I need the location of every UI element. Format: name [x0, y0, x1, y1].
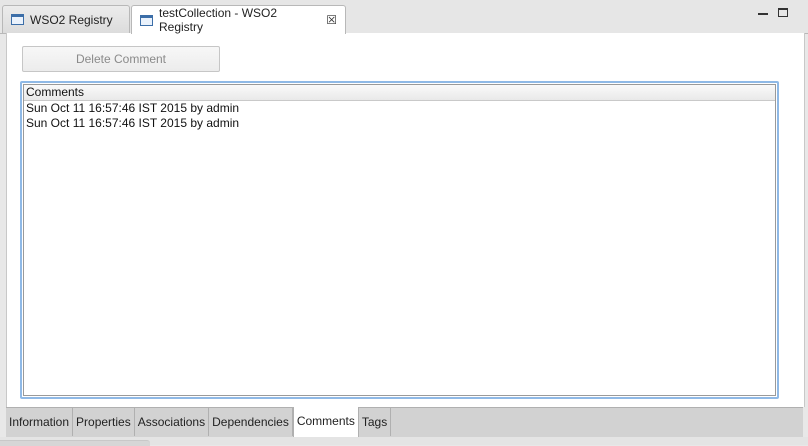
- tab-label: testCollection - WSO2 Registry: [159, 6, 278, 34]
- tab-associations[interactable]: Associations: [135, 408, 210, 436]
- table-row[interactable]: Sun Oct 11 16:57:46 IST 2015 by admin: [24, 116, 775, 131]
- tab-tags[interactable]: Tags: [359, 408, 392, 436]
- minimize-icon[interactable]: [758, 8, 768, 15]
- bottom-tab-bar: Information Properties Associations Depe…: [6, 407, 803, 437]
- maximize-icon[interactable]: [778, 8, 788, 17]
- close-icon[interactable]: ☒: [326, 13, 337, 27]
- tab-wso2-registry[interactable]: WSO2 Registry: [2, 5, 130, 33]
- tab-testcollection[interactable]: testCollection - WSO2 Registry ☒: [131, 5, 346, 34]
- delete-comment-button[interactable]: Delete Comment: [22, 46, 220, 72]
- resize-grip: [0, 440, 150, 446]
- editor-tab-bar: WSO2 Registry testCollection - WSO2 Regi…: [0, 0, 808, 34]
- window-icon: [140, 14, 153, 26]
- status-strip: [0, 437, 808, 446]
- comments-editor-panel: Delete Comment Comments Sun Oct 11 16:57…: [6, 33, 805, 407]
- comments-table[interactable]: Comments Sun Oct 11 16:57:46 IST 2015 by…: [20, 81, 779, 399]
- tab-properties[interactable]: Properties: [73, 408, 135, 436]
- tab-comments[interactable]: Comments: [292, 407, 359, 437]
- tab-dependencies[interactable]: Dependencies: [209, 408, 293, 436]
- table-row[interactable]: Sun Oct 11 16:57:46 IST 2015 by admin: [24, 101, 775, 116]
- comments-table-inner: Comments Sun Oct 11 16:57:46 IST 2015 by…: [23, 84, 776, 396]
- tab-information[interactable]: Information: [6, 408, 74, 436]
- comments-column-header[interactable]: Comments: [24, 85, 775, 101]
- tab-label: WSO2 Registry: [30, 12, 113, 27]
- window-icon: [11, 14, 24, 25]
